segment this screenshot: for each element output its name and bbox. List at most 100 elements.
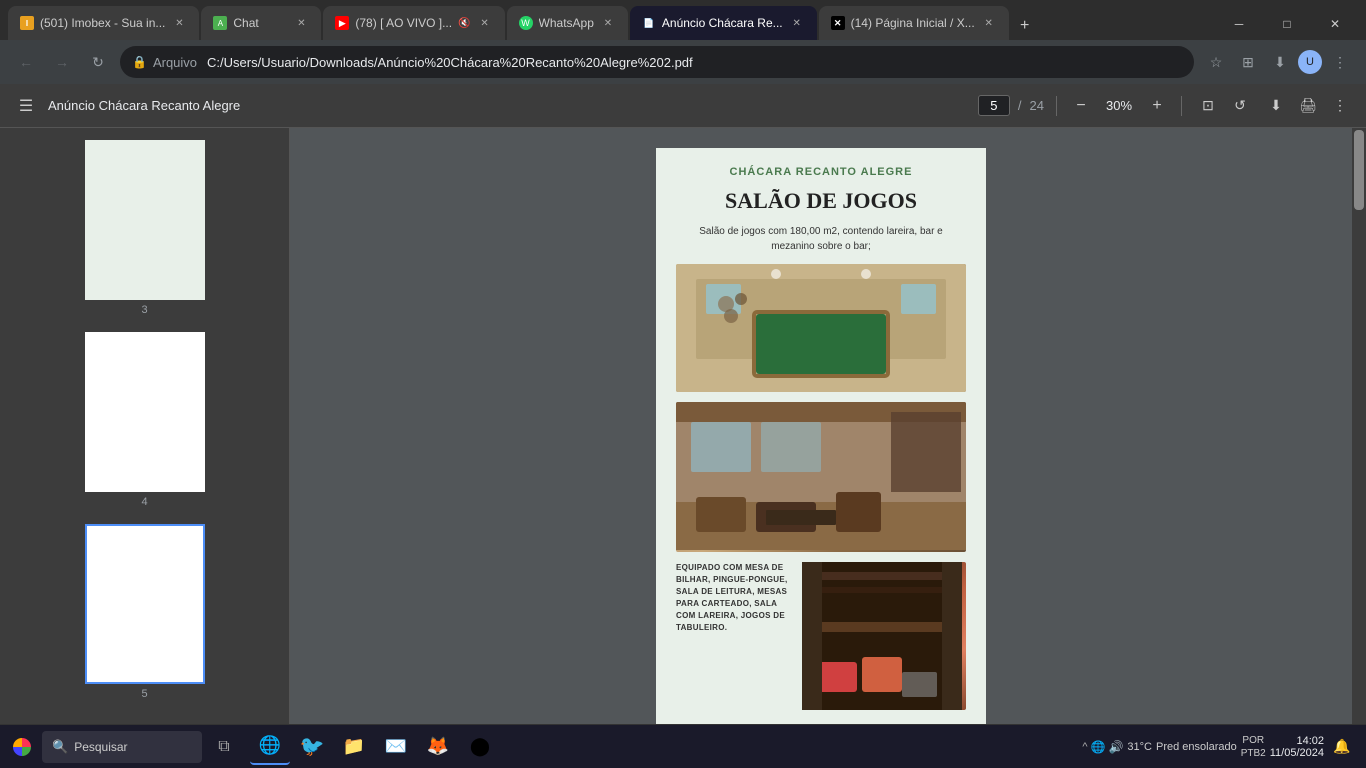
thumb-4-page[interactable] [85,332,205,492]
taskbar-clock[interactable]: 14:02 11/05/2024 [1270,735,1324,759]
profile-avatar[interactable]: U [1298,50,1322,74]
taskbar-search-label: Pesquisar [74,740,127,754]
tab-chat[interactable]: A Chat ✕ [201,6,321,40]
thumbnail-page-5[interactable]: 5 [85,524,205,700]
fit-page-icon[interactable]: ⊡ [1194,92,1222,120]
pdf-brand: CHÁCARA RECANTO ALEGRE [730,166,913,178]
clock-time: 14:02 [1296,735,1324,747]
taskbar-weather[interactable]: 31°C Pred ensolarado [1127,741,1236,753]
chevron-up-icon[interactable]: ^ [1082,741,1087,753]
thumbnail-panel: 3 4 5 [0,128,290,724]
pdf-page-separator: / [1018,98,1022,113]
right-scrollbar[interactable] [1352,128,1366,724]
back-button[interactable]: ← [12,48,40,76]
tab-whatsapp-close[interactable]: ✕ [600,15,616,31]
taskbar: 🔍 Pesquisar ⧉ 🌐 🐦 📁 ✉️ [0,724,1366,768]
tab-x-close[interactable]: ✕ [981,15,997,31]
tab-pdf-close[interactable]: ✕ [789,15,805,31]
close-button[interactable]: ✕ [1312,8,1358,40]
thumbnail-page-4[interactable]: 4 [85,332,205,508]
zoom-out-button[interactable]: − [1069,94,1093,118]
pdf-more-icon[interactable]: ⋮ [1326,92,1354,120]
pdf-menu-button[interactable]: ☰ [12,92,40,120]
weather-temp: 31°C [1127,741,1152,753]
rotation-icon[interactable]: ↺ [1226,92,1254,120]
taskbar-file-explorer[interactable]: 📁 [334,729,374,765]
address-label: Arquivo [153,55,197,70]
tab-youtube[interactable]: ▶ (78) [ AO VIVO ]... 🔇 ✕ [323,6,504,40]
tab-bar: I (501) Imobex - Sua in... ✕ A Chat ✕ ▶ … [0,0,1366,40]
reload-button[interactable]: ↻ [84,48,112,76]
taskbar-browser[interactable]: 🌐 [250,729,290,765]
notification-icon: 🔔 [1333,738,1350,755]
tab-youtube-close[interactable]: ✕ [477,15,493,31]
maximize-button[interactable]: □ [1264,8,1310,40]
whatsapp-favicon: W [519,16,533,30]
youtube-favicon: ▶ [335,16,349,30]
pdf-page-input[interactable] [978,95,1010,116]
address-input[interactable]: 🔒 Arquivo C:/Users/Usuario/Downloads/Anú… [120,46,1194,78]
taskbar-bird-app[interactable]: 🐦 [292,729,332,765]
language-indicator: POR PTB2 [1241,734,1266,760]
pdf-viewer: ☰ Anúncio Chácara Recanto Alegre / 24 − … [0,84,1366,724]
task-view-button[interactable]: ⧉ [204,729,244,765]
pdf-photo-lounge [676,402,966,552]
notification-button[interactable]: 🔔 [1328,733,1356,761]
volume-icon[interactable]: 🔊 [1108,740,1123,754]
pdf-page: CHÁCARA RECANTO ALEGRE SALÃO DE JOGOS Sa… [656,148,986,724]
tab-x-title: (14) Página Inicial / X... [851,16,975,30]
pdf-toolbar: ☰ Anúncio Chácara Recanto Alegre / 24 − … [0,84,1366,128]
scrollbar-thumb [1354,130,1364,210]
start-button[interactable] [4,729,40,765]
thumb-3-page[interactable] [85,140,205,300]
pdf-bottom-row: EQUIPADO COM MESA DE BILHAR, PINGUE-PONG… [676,562,966,710]
pdf-bottom-text: EQUIPADO COM MESA DE BILHAR, PINGUE-PONG… [676,562,796,634]
taskbar-search[interactable]: 🔍 Pesquisar [42,731,202,763]
new-tab-button[interactable]: + [1011,12,1039,40]
zoom-in-button[interactable]: + [1145,94,1169,118]
tab-x[interactable]: ✕ (14) Página Inicial / X... ✕ [819,6,1009,40]
clock-date: 11/05/2024 [1270,747,1324,759]
pdf-print-icon[interactable]: 🖨 [1294,92,1322,120]
taskbar-mail[interactable]: ✉️ [376,729,416,765]
forward-button[interactable]: → [48,48,76,76]
language-label: POR [1242,734,1264,747]
taskbar-firefox[interactable]: 🦊 [418,729,458,765]
thumbnail-page-3[interactable]: 3 [85,140,205,316]
lock-icon: 🔒 [132,55,147,69]
pdf-section-title: SALÃO DE JOGOS [725,188,917,214]
pdf-favicon: 📄 [642,16,656,30]
pdf-photo-billiard [676,264,966,392]
pdf-zoom-value: 30% [1101,98,1137,113]
toolbar-icons: ☆ ⊞ ⬇ U ⋮ [1202,48,1354,76]
download-icon[interactable]: ⬇ [1266,48,1294,76]
taskbar-chrome[interactable]: ⬤ [460,729,500,765]
settings-icon[interactable]: ⋮ [1326,48,1354,76]
extensions-icon[interactable]: ⊞ [1234,48,1262,76]
tab-imobex-title: (501) Imobex - Sua in... [40,16,165,30]
tab-imobex-close[interactable]: ✕ [171,15,187,31]
thumb-3-num: 3 [141,304,147,316]
tray-icons: ^ 🌐 🔊 [1082,740,1123,754]
window-controls: ─ □ ✕ [1216,8,1358,40]
tab-pdf[interactable]: 📄 Anúncio Chácara Re... ✕ [630,6,817,40]
pdf-download-icon[interactable]: ⬇ [1262,92,1290,120]
chat-favicon: A [213,16,227,30]
bird-icon: 🐦 [300,734,325,759]
tab-whatsapp[interactable]: W WhatsApp ✕ [507,6,628,40]
tab-chat-title: Chat [233,16,287,30]
tab-imobex[interactable]: I (501) Imobex - Sua in... ✕ [8,6,199,40]
pdf-description: Salão de jogos com 180,00 m2, contendo l… [691,224,951,254]
pdf-main-view[interactable]: CHÁCARA RECANTO ALEGRE SALÃO DE JOGOS Sa… [290,128,1352,724]
minimize-button[interactable]: ─ [1216,8,1262,40]
pdf-photo-mezzanine [802,562,966,710]
network-icon[interactable]: 🌐 [1091,740,1106,754]
tab-chat-close[interactable]: ✕ [293,15,309,31]
thumb-5-page[interactable] [85,524,205,684]
thumb-5-num: 5 [141,688,147,700]
bookmark-star-icon[interactable]: ☆ [1202,48,1230,76]
pdf-divider-2 [1181,96,1182,116]
address-url: C:/Users/Usuario/Downloads/Anúncio%20Chá… [207,55,1182,70]
browser-frame: I (501) Imobex - Sua in... ✕ A Chat ✕ ▶ … [0,0,1366,768]
weather-desc: Pred ensolarado [1156,741,1237,753]
